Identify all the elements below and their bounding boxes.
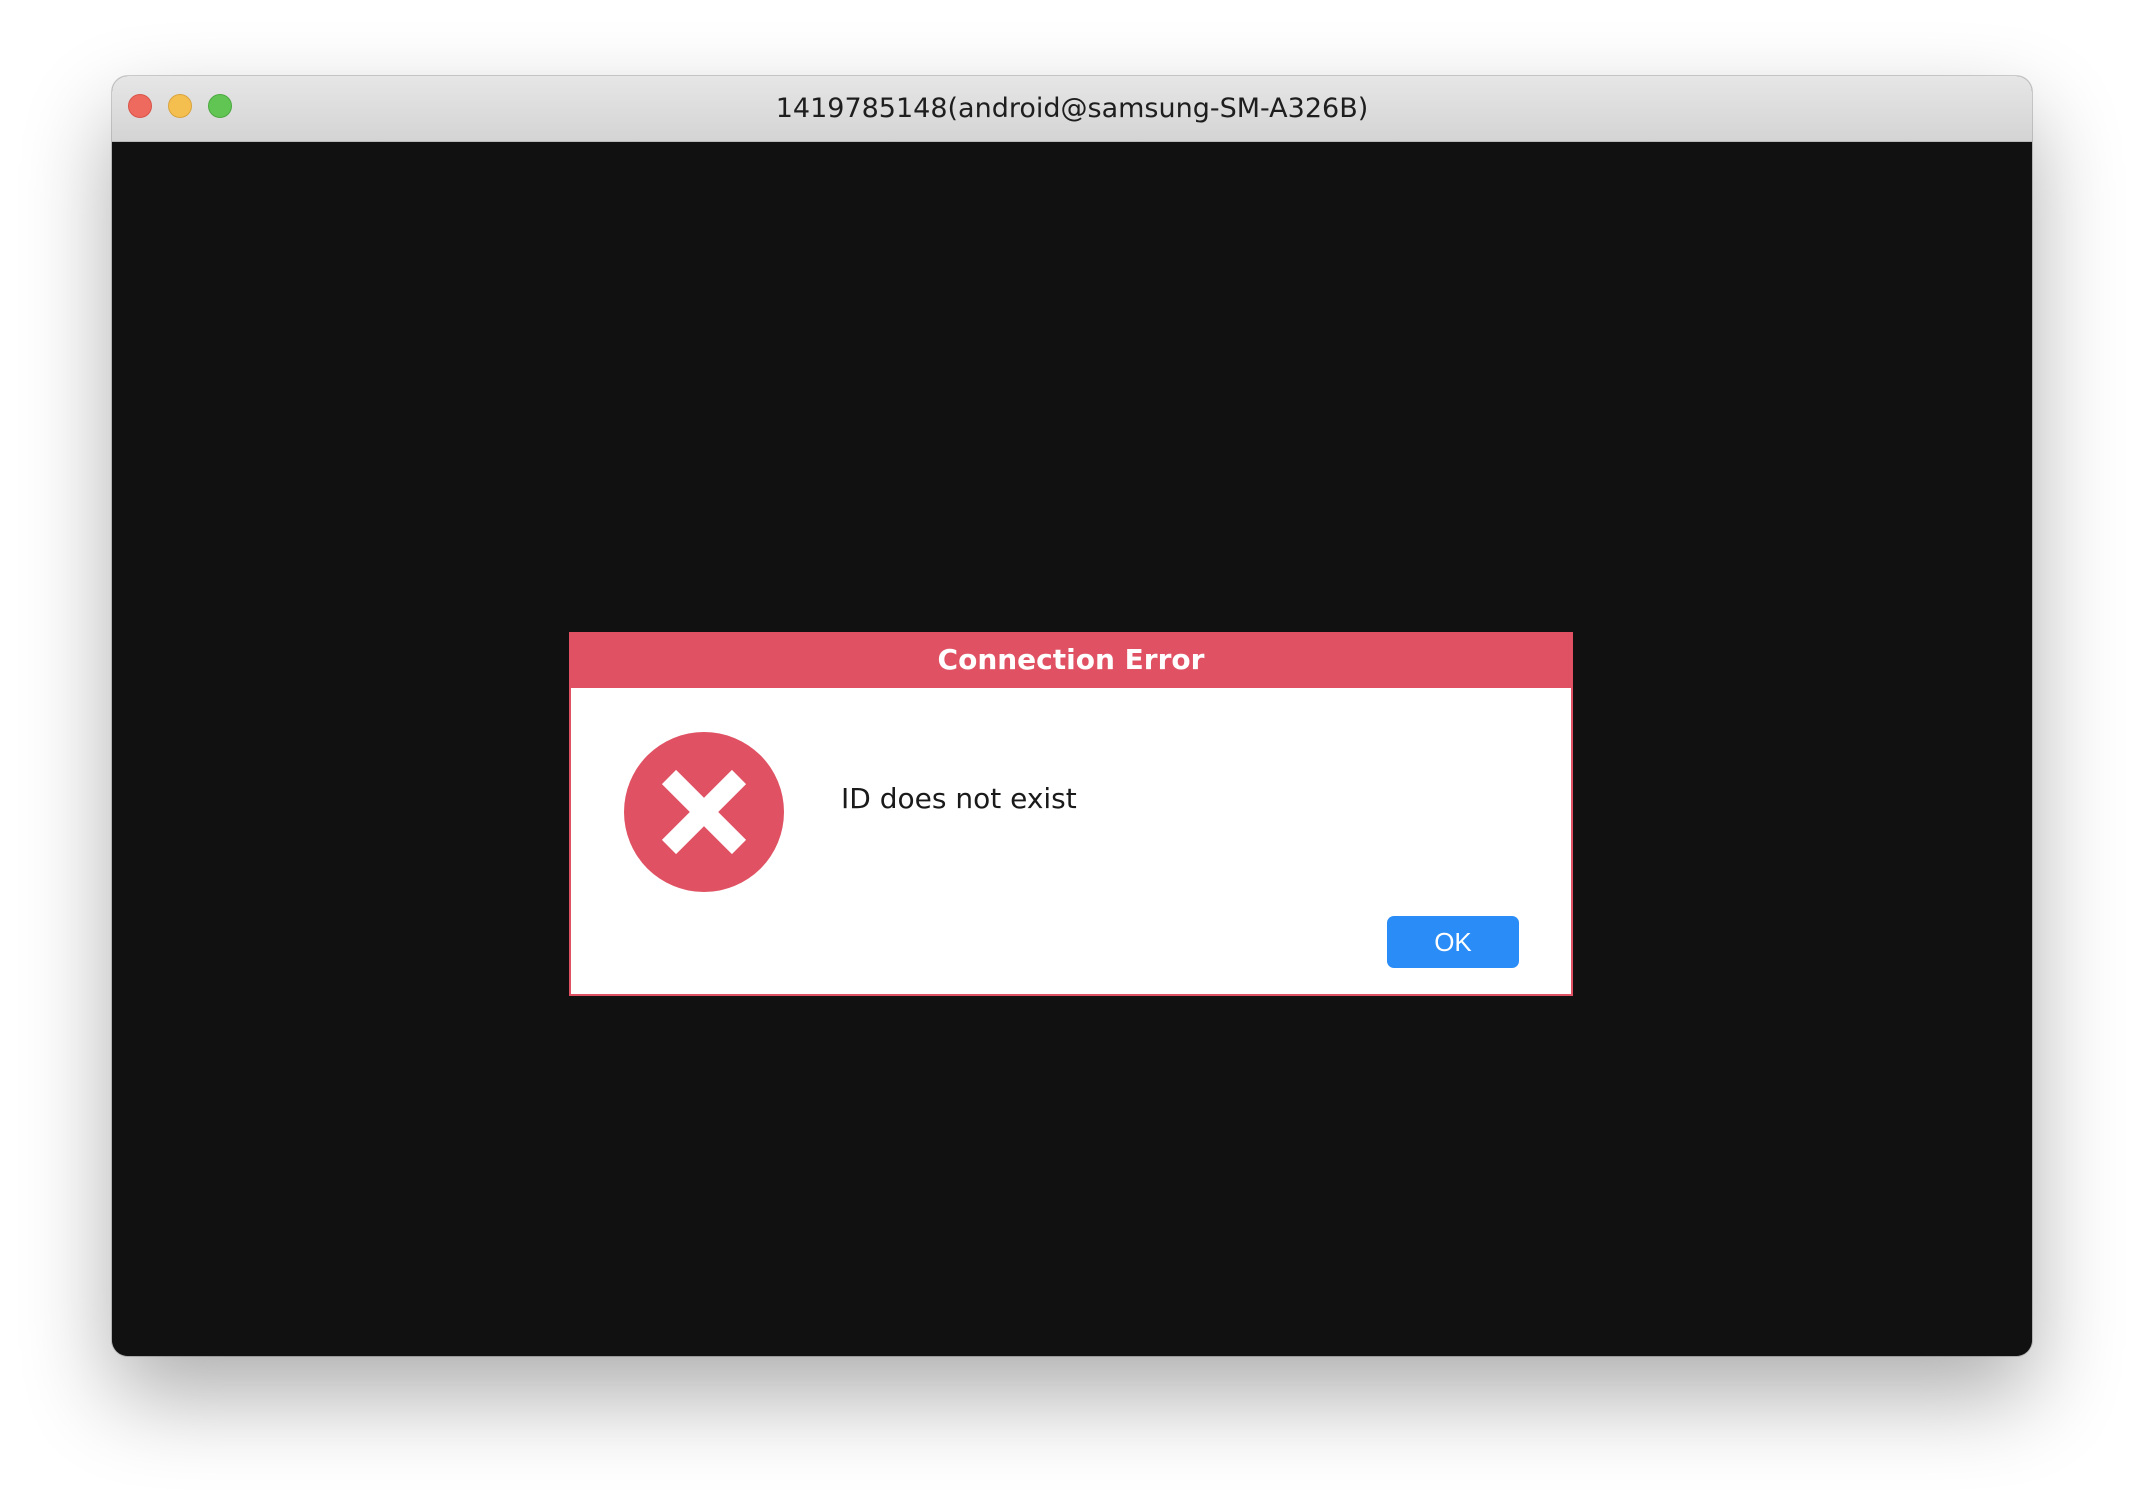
error-x-icon [624, 732, 784, 892]
dialog-title: Connection Error [569, 632, 1573, 688]
app-window: 1419785148(android@samsung-SM-A326B) Con… [112, 76, 2032, 1356]
connection-error-dialog: Connection Error ID does not exist OK [569, 632, 1573, 996]
window-title: 1419785148(android@samsung-SM-A326B) [775, 93, 1369, 124]
ok-button[interactable]: OK [1387, 916, 1519, 968]
error-message: ID does not exist [841, 782, 1077, 815]
remote-screen-area: Connection Error ID does not exist OK [112, 142, 2032, 1356]
title-bar[interactable]: 1419785148(android@samsung-SM-A326B) [112, 76, 2032, 142]
